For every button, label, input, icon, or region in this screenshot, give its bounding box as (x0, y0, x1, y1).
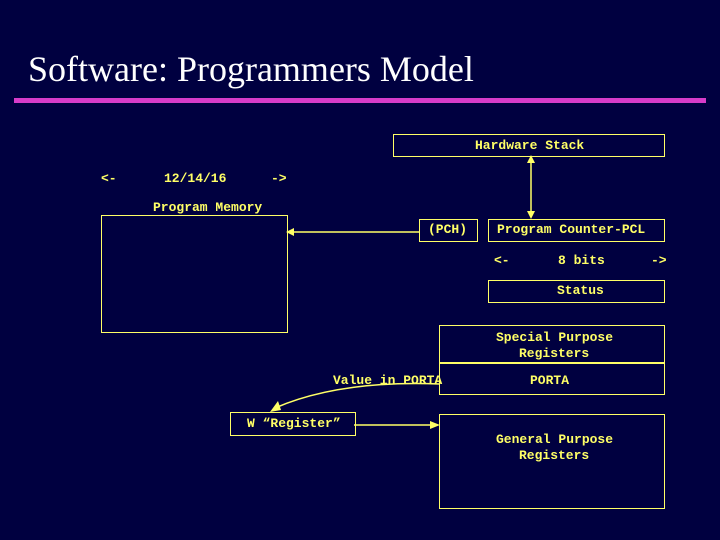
width-left-arrow: <- (101, 171, 117, 186)
porta-label: PORTA (530, 373, 569, 388)
spr-divider (439, 362, 664, 364)
width-right-arrow: -> (271, 171, 287, 186)
pc-pcl-label: Program Counter-PCL (497, 222, 645, 237)
page-title: Software: Programmers Model (28, 48, 474, 90)
hardware-stack-label: Hardware Stack (475, 138, 584, 153)
bits-value: 8 bits (558, 253, 605, 268)
gpr-label-2: Registers (519, 448, 589, 463)
pch-label: (PCH) (428, 222, 467, 237)
porta-to-w-arrow (245, 378, 445, 423)
bits-right-arrow: -> (651, 253, 667, 268)
spr-label-1: Special Purpose (496, 330, 613, 345)
spr-label-2: Registers (519, 346, 589, 361)
status-label: Status (557, 283, 604, 298)
program-memory-box (101, 215, 288, 333)
progmem-pch-arrow (286, 225, 419, 239)
w-to-gpr-arrow (354, 418, 440, 432)
bits-left-arrow: <- (494, 253, 510, 268)
title-underline (14, 98, 706, 103)
stack-pc-arrow (520, 155, 542, 219)
program-memory-label: Program Memory (153, 200, 262, 215)
width-value: 12/14/16 (164, 171, 226, 186)
gpr-label-1: General Purpose (496, 432, 613, 447)
